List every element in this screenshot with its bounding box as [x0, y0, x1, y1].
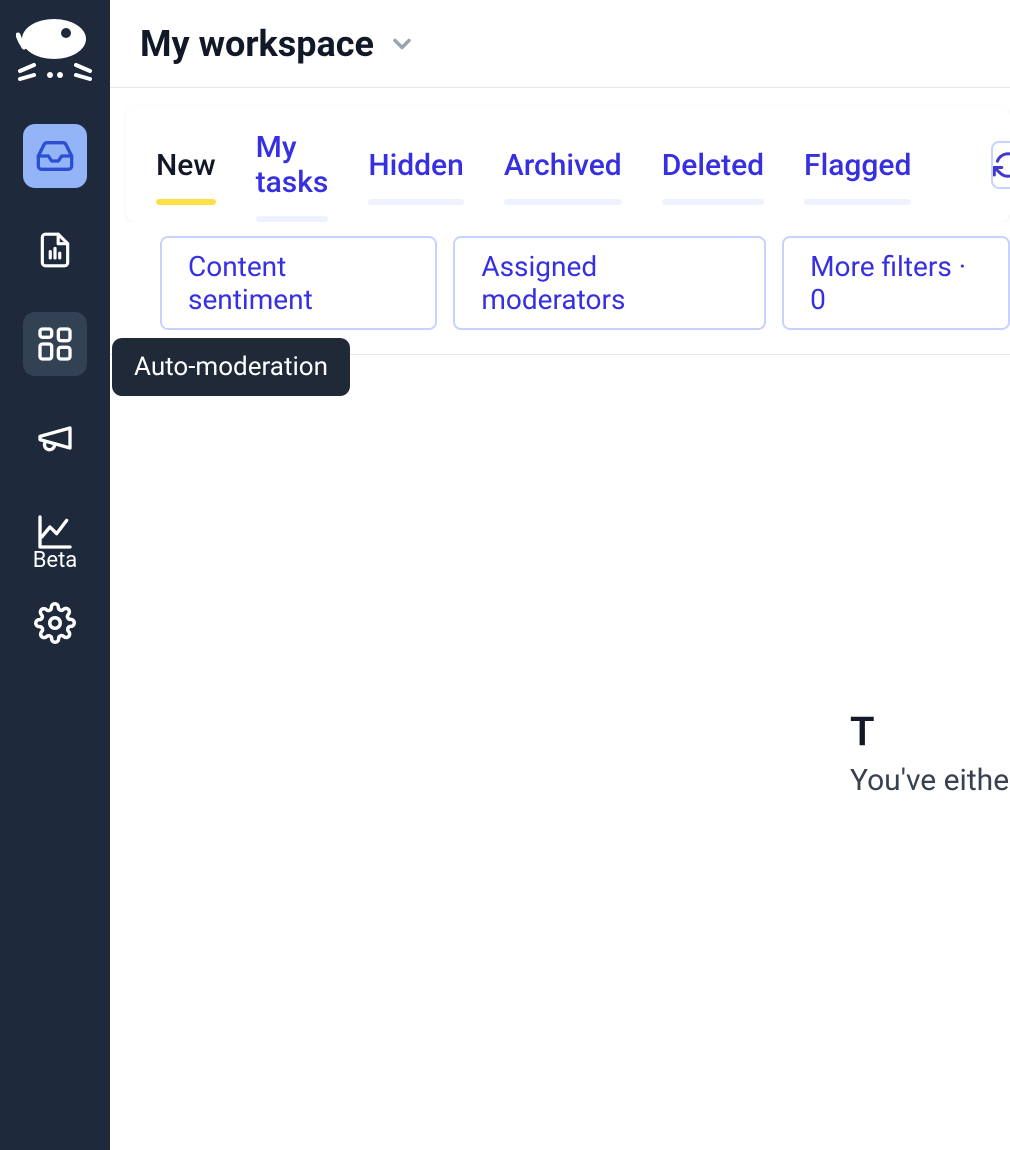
sidebar: Beta: [0, 0, 110, 1150]
nav-analytics[interactable]: [23, 500, 87, 564]
tabs-panel: New My tasks Hidden Archived Deleted Fla…: [126, 106, 1010, 222]
workspace-title-text: My workspace: [140, 23, 374, 65]
empty-title: T: [850, 708, 1010, 755]
line-chart-icon: [35, 512, 75, 552]
megaphone-icon: [35, 418, 75, 458]
nav-reports[interactable]: [23, 218, 87, 282]
filter-content-sentiment[interactable]: Content sentiment: [160, 236, 437, 330]
workspace-selector[interactable]: My workspace: [140, 23, 416, 65]
document-chart-icon: [36, 231, 74, 269]
empty-state: T You've either: [110, 355, 1010, 1150]
filters-row: Content sentiment Assigned moderators Mo…: [110, 222, 1010, 355]
tab-flagged[interactable]: Flagged: [804, 148, 911, 205]
refresh-button[interactable]: [991, 141, 1010, 189]
qr-icon: [35, 324, 75, 364]
nav-announcements[interactable]: [23, 406, 87, 470]
tab-my-tasks[interactable]: My tasks: [256, 130, 329, 222]
filter-assigned-moderators[interactable]: Assigned moderators: [453, 236, 766, 330]
gear-icon: [34, 602, 76, 644]
tab-hidden[interactable]: Hidden: [368, 148, 464, 205]
inbox-icon: [35, 136, 75, 176]
empty-subtitle: You've either: [850, 763, 1010, 798]
tooltip-auto-moderation: Auto-moderation: [112, 338, 350, 396]
nav-auto-moderation[interactable]: [23, 312, 87, 376]
filter-more[interactable]: More filters · 0: [782, 236, 1010, 330]
tab-new[interactable]: New: [156, 148, 216, 205]
main-content: My workspace New My tasks Hidden Archive…: [110, 0, 1010, 1150]
tab-deleted[interactable]: Deleted: [662, 148, 764, 205]
tabs-row: New My tasks Hidden Archived Deleted Fla…: [126, 130, 1010, 222]
refresh-icon: [993, 150, 1010, 180]
chevron-down-icon: [388, 30, 416, 58]
nav-settings[interactable]: [23, 591, 87, 655]
header: My workspace: [110, 0, 1010, 88]
nav-inbox[interactable]: [23, 124, 87, 188]
tab-archived[interactable]: Archived: [504, 148, 622, 205]
app-logo[interactable]: [15, 12, 95, 92]
